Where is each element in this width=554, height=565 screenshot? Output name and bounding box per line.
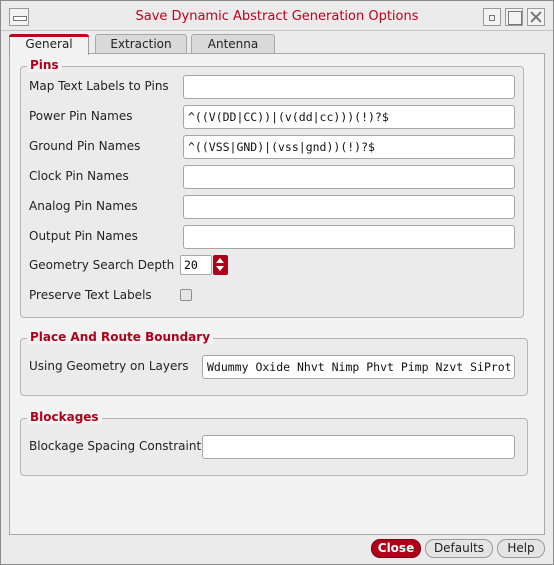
geometry-search-depth-stepper[interactable] [213, 255, 228, 275]
clock-pin-names-label: Clock Pin Names [29, 169, 129, 183]
minimize-button[interactable] [483, 8, 501, 26]
preserve-text-labels-label: Preserve Text Labels [29, 288, 152, 302]
analog-pin-names-input[interactable] [183, 195, 515, 219]
using-geometry-input[interactable] [202, 355, 515, 379]
title-bar: Save Dynamic Abstract Generation Options [1, 1, 553, 31]
defaults-button[interactable]: Defaults [425, 539, 493, 558]
close-window-button[interactable] [527, 8, 545, 26]
help-button[interactable]: Help [497, 539, 545, 558]
geometry-search-depth-label: Geometry Search Depth [29, 258, 175, 272]
tab-extraction[interactable]: Extraction [95, 34, 187, 54]
blockage-spacing-label: Blockage Spacing Constraint [29, 439, 202, 453]
ground-pin-names-input[interactable] [183, 135, 515, 159]
analog-pin-names-label: Analog Pin Names [29, 199, 138, 213]
window-title: Save Dynamic Abstract Generation Options [135, 9, 419, 24]
power-pin-names-label: Power Pin Names [29, 109, 133, 123]
using-geometry-label: Using Geometry on Layers [29, 359, 189, 373]
ground-pin-names-label: Ground Pin Names [29, 139, 141, 153]
map-text-labels-input[interactable] [183, 75, 515, 99]
pins-group: Pins [20, 58, 524, 318]
geometry-search-depth-input[interactable] [180, 255, 212, 275]
blockage-spacing-input[interactable] [202, 435, 515, 459]
output-pin-names-input[interactable] [183, 225, 515, 249]
output-pin-names-label: Output Pin Names [29, 229, 138, 243]
blockages-group-title: Blockages [27, 410, 102, 424]
map-text-labels-label: Map Text Labels to Pins [29, 79, 169, 93]
clock-pin-names-input[interactable] [183, 165, 515, 189]
pins-group-title: Pins [27, 58, 62, 72]
preserve-text-labels-checkbox[interactable] [180, 289, 192, 301]
tab-general[interactable]: General [9, 34, 89, 55]
power-pin-names-input[interactable] [183, 105, 515, 129]
dialog-window: Save Dynamic Abstract Generation Options… [0, 0, 554, 565]
tab-antenna[interactable]: Antenna [191, 34, 275, 54]
stepper-down-icon[interactable] [216, 266, 224, 271]
close-button[interactable]: Close [371, 539, 421, 558]
maximize-button[interactable] [505, 8, 523, 26]
place-route-group-title: Place And Route Boundary [27, 330, 214, 344]
stepper-up-icon[interactable] [216, 258, 224, 263]
